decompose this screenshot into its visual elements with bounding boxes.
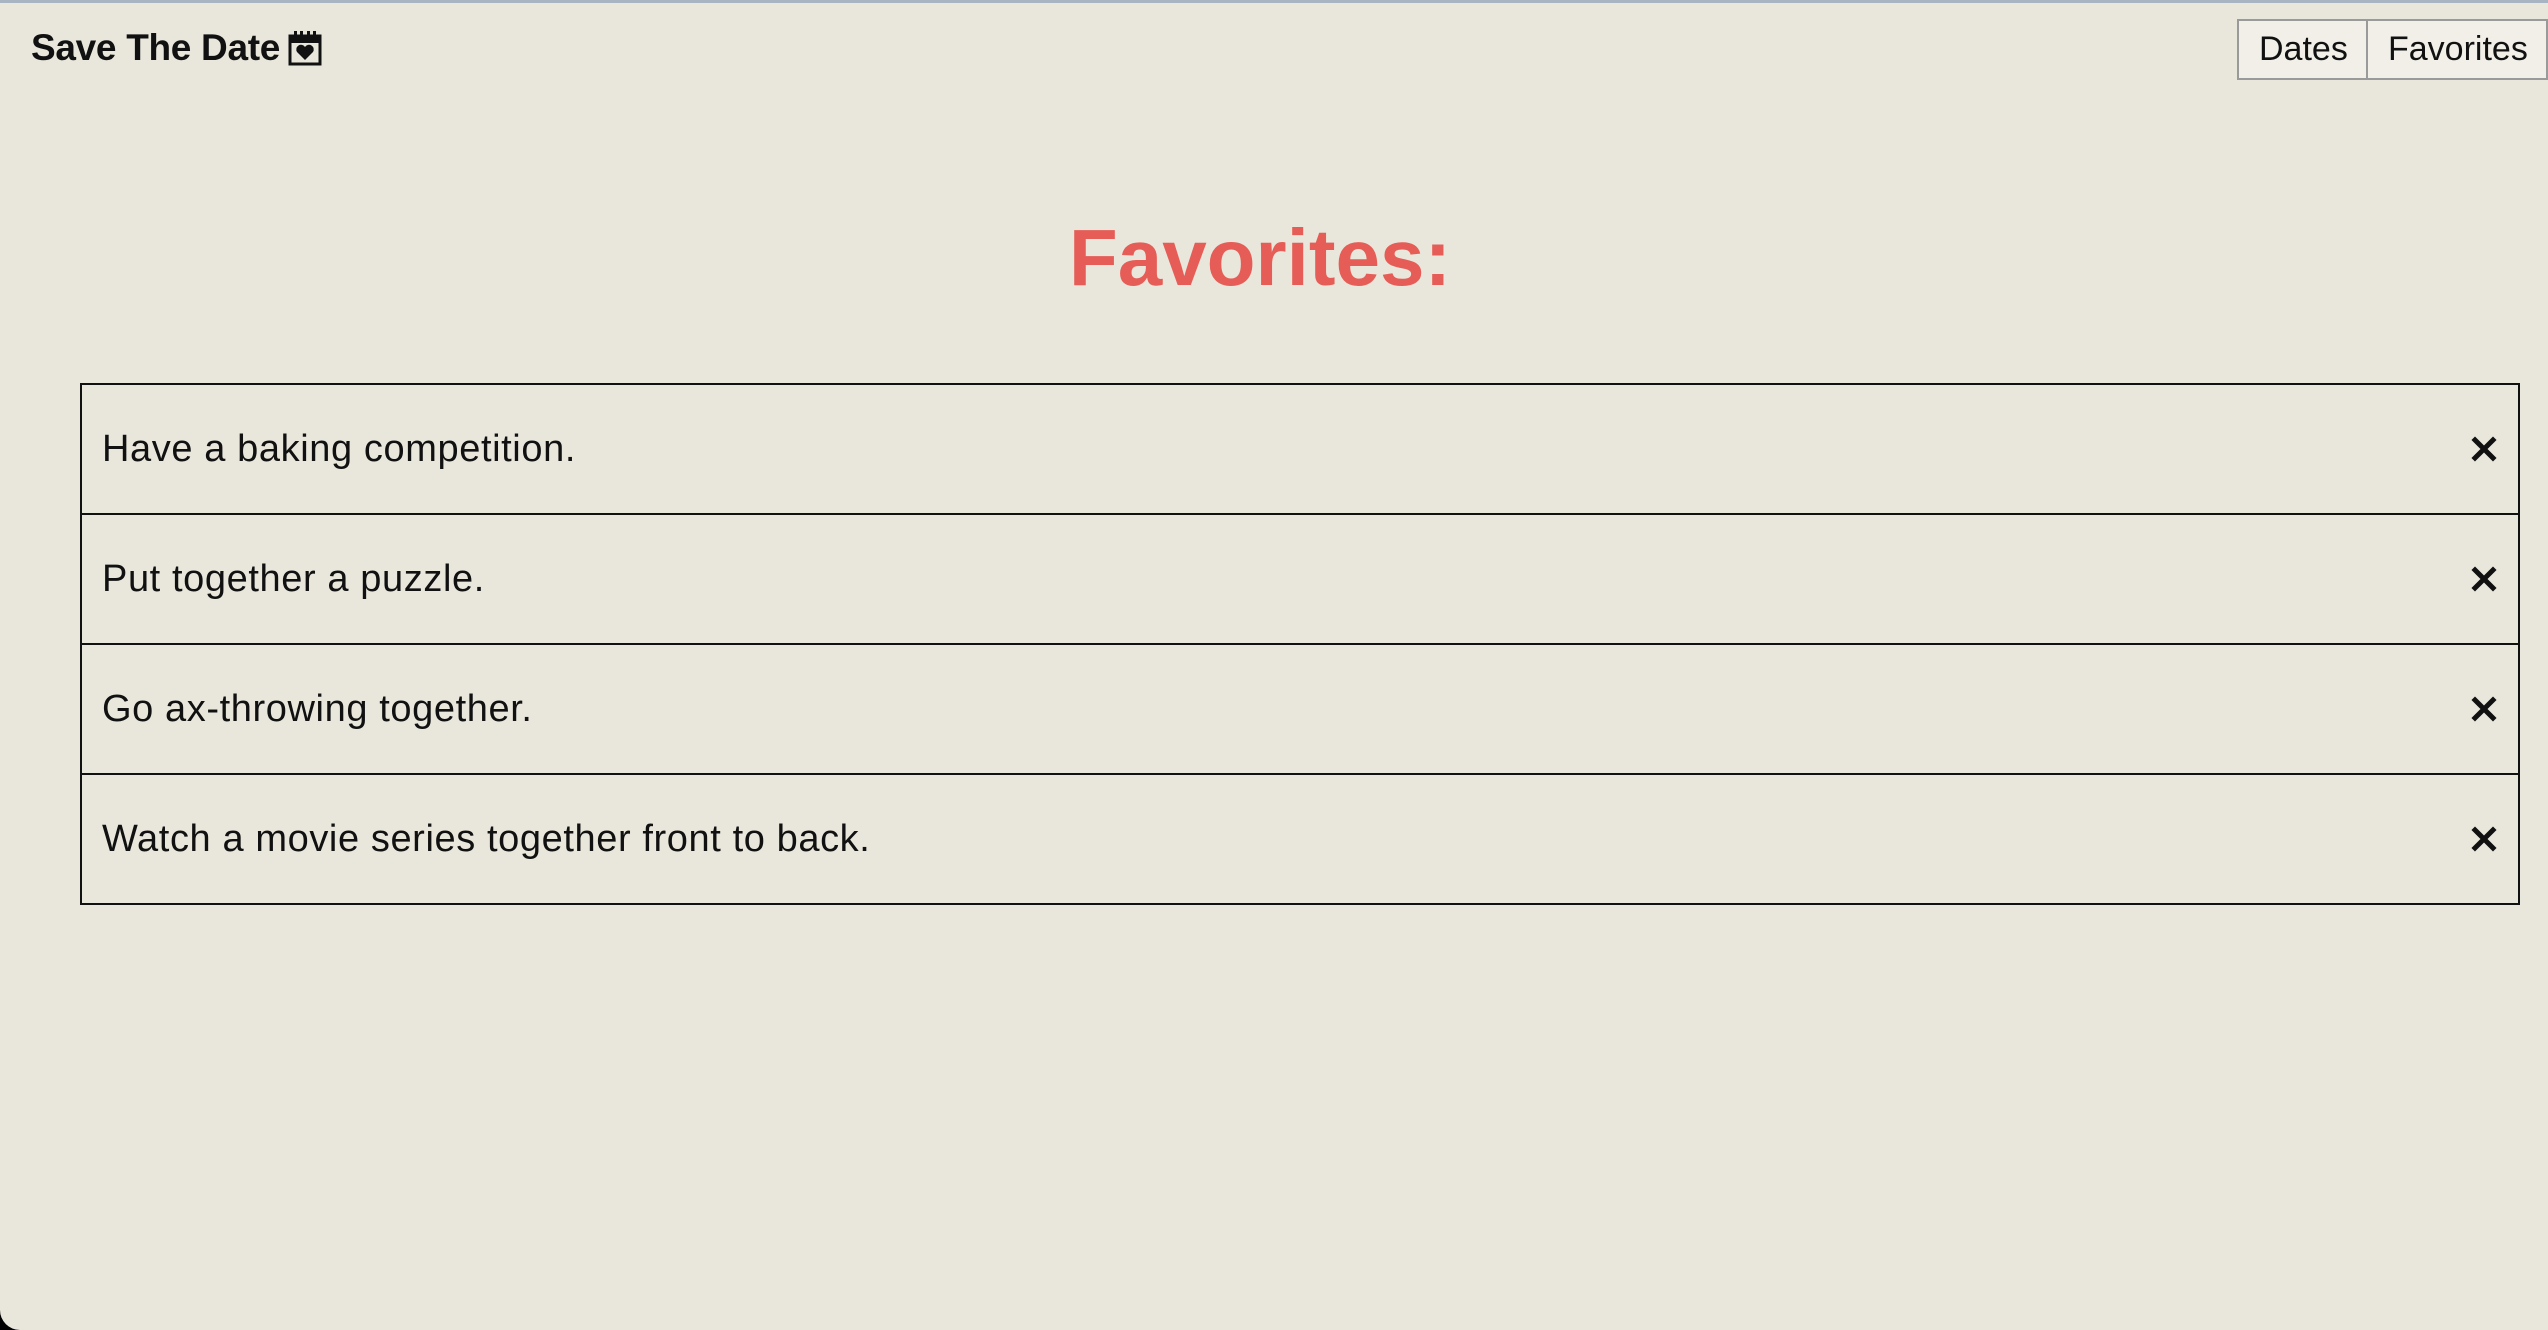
- list-item: Go ax-throwing together.: [80, 643, 2520, 775]
- favorites-list: Have a baking competition. Put together …: [80, 383, 2520, 905]
- list-item: Watch a movie series together front to b…: [80, 773, 2520, 905]
- nav-dates-button[interactable]: Dates: [2237, 19, 2368, 80]
- list-item-text: Go ax-throwing together.: [102, 687, 533, 730]
- brand-title: Save The Date: [31, 27, 281, 68]
- list-item-text: Watch a movie series together front to b…: [102, 817, 871, 860]
- close-icon[interactable]: [2466, 561, 2502, 597]
- page-title: Favorites:: [1068, 213, 1452, 302]
- brand[interactable]: Save The Date: [31, 23, 322, 73]
- close-icon[interactable]: [2466, 431, 2502, 467]
- calendar-heart-icon: [288, 30, 322, 66]
- list-item: Have a baking competition.: [80, 383, 2520, 515]
- nav-favorites-button[interactable]: Favorites: [2366, 19, 2548, 80]
- list-item-text: Have a baking competition.: [102, 427, 576, 470]
- app-window: Save The Date Dates Favorites Favorites:…: [0, 0, 2548, 1330]
- close-icon[interactable]: [2466, 821, 2502, 857]
- list-item: Put together a puzzle.: [80, 513, 2520, 645]
- close-icon[interactable]: [2466, 691, 2502, 727]
- top-nav: Dates Favorites: [2237, 19, 2548, 80]
- list-item-text: Put together a puzzle.: [102, 557, 485, 600]
